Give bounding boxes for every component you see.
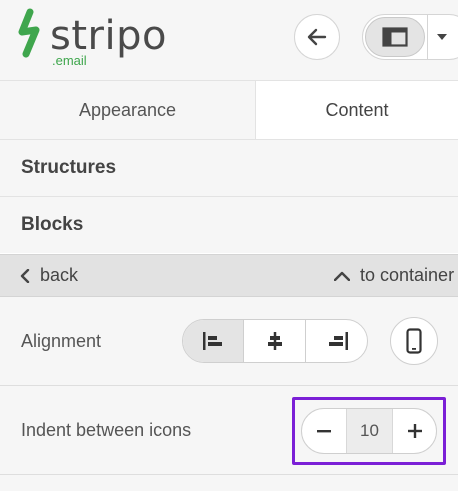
nav-back-link[interactable]: back: [20, 255, 78, 296]
decrement-button[interactable]: [302, 409, 347, 453]
align-left-button[interactable]: [183, 320, 244, 362]
mobile-icon: [406, 328, 422, 354]
stripo-logo-mark-icon: [18, 8, 40, 58]
panel-view-button[interactable]: [365, 17, 425, 57]
align-center-icon: [268, 332, 282, 350]
alignment-setting-row: Alignment: [0, 297, 458, 386]
blocks-section[interactable]: Blocks: [0, 196, 458, 253]
align-center-button[interactable]: [245, 320, 306, 362]
panel-layout-icon: [382, 27, 408, 47]
indent-label: Indent between icons: [21, 419, 192, 440]
logo-subtitle: .email: [52, 53, 87, 68]
settings-tabs: Appearance Content: [0, 81, 458, 139]
back-button[interactable]: [294, 14, 340, 60]
view-mode-switcher: [362, 14, 458, 60]
align-right-button[interactable]: [307, 320, 367, 362]
divider: [427, 15, 428, 59]
alignment-label: Alignment: [21, 330, 102, 351]
caret-down-icon: [437, 34, 447, 40]
structures-title: Structures: [21, 157, 117, 178]
chevron-up-icon: [334, 271, 350, 281]
nav-container-label: to container: [360, 265, 455, 285]
back-arrow-icon: [307, 28, 327, 46]
tab-content[interactable]: Content: [256, 81, 458, 139]
chevron-left-icon: [20, 268, 30, 283]
panel-bottom: [0, 475, 458, 491]
view-dropdown-button[interactable]: [429, 15, 455, 59]
nav-back-label: back: [40, 265, 79, 285]
mobile-settings-toggle[interactable]: [390, 317, 438, 365]
top-toolbar: stripo .email: [0, 0, 458, 81]
alignment-button-group: [182, 319, 368, 363]
structures-section[interactable]: Structures: [0, 139, 458, 196]
blocks-title: Blocks: [21, 214, 84, 235]
align-left-icon: [203, 332, 222, 350]
increment-button[interactable]: [392, 409, 436, 453]
tab-appearance[interactable]: Appearance: [0, 81, 256, 139]
minus-icon: [317, 430, 331, 433]
indent-value-input[interactable]: 10: [347, 409, 392, 453]
align-right-icon: [328, 332, 348, 350]
indent-stepper: 10: [301, 408, 437, 454]
block-navigation-bar: back to container: [0, 254, 458, 297]
stripo-logo[interactable]: stripo .email: [16, 8, 176, 70]
nav-to-container-link[interactable]: to container: [334, 255, 454, 296]
plus-icon: [408, 424, 422, 438]
